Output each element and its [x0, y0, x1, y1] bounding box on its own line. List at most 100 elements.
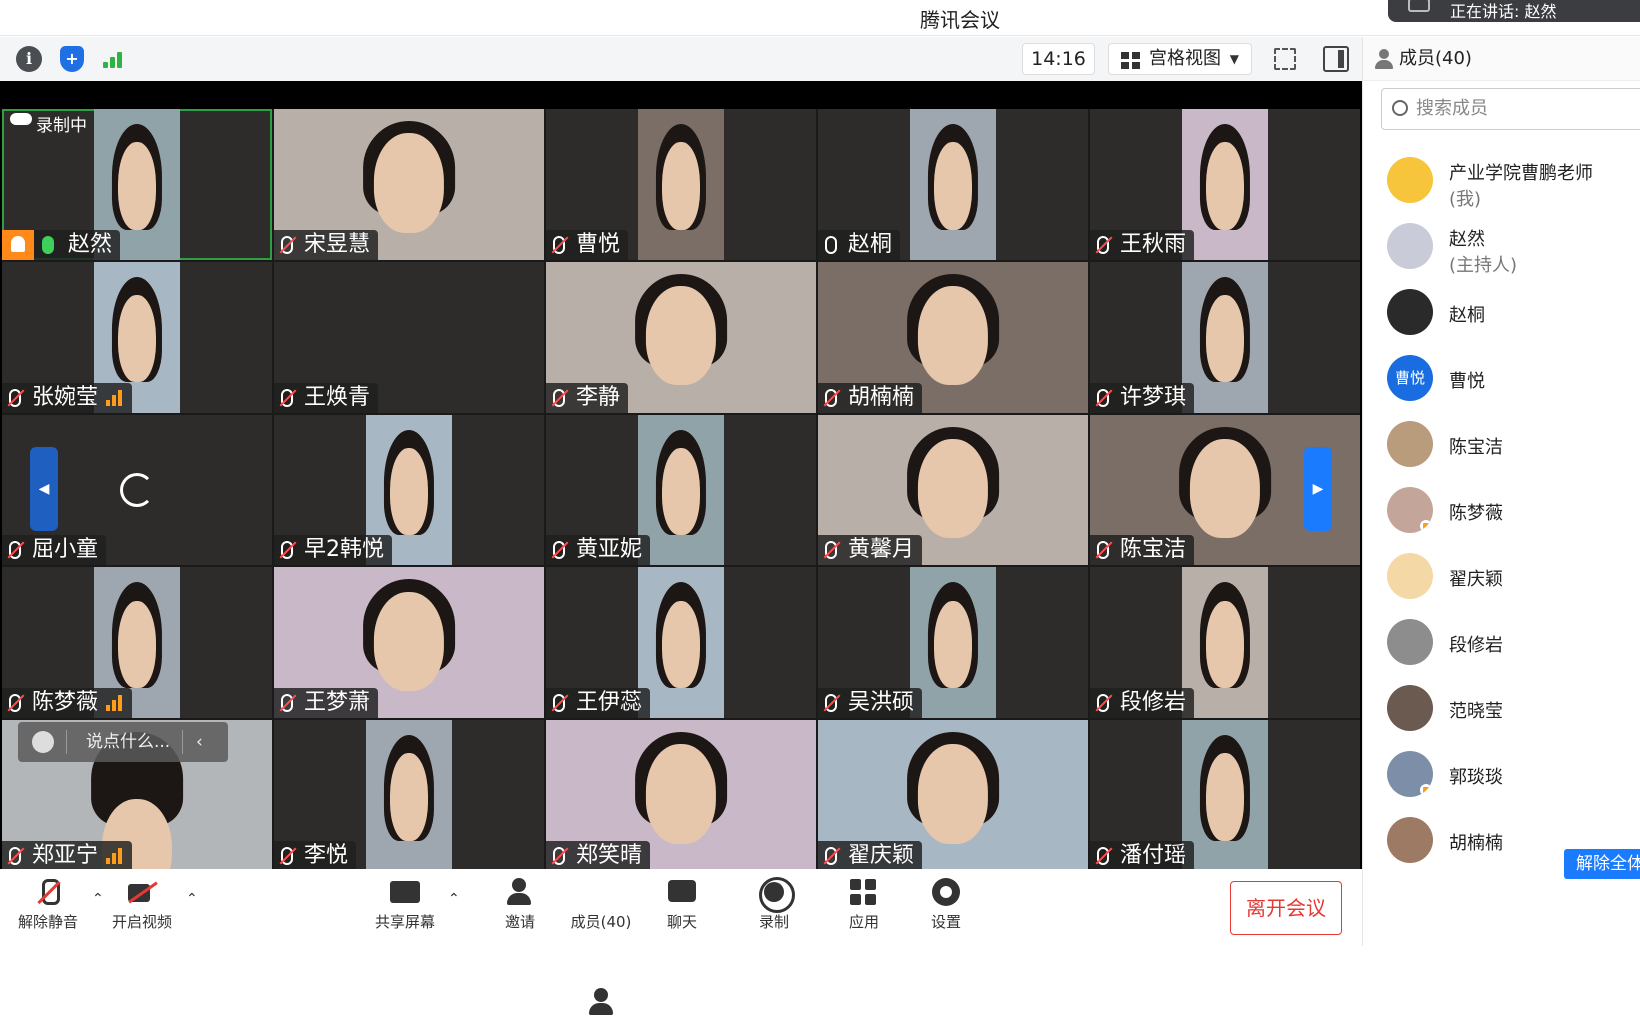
- video-tile[interactable]: 曹悦: [546, 109, 816, 260]
- video-tile[interactable]: 张婉莹: [2, 261, 272, 413]
- video-face-shape: [917, 285, 989, 386]
- video-tile[interactable]: ▶ 陈宝洁: [1090, 414, 1360, 566]
- avatar: [1387, 289, 1433, 335]
- video-feed: [1181, 720, 1269, 871]
- video-face-shape: [389, 753, 428, 841]
- video-tile[interactable]: 黄亚妮: [546, 414, 816, 566]
- share-screen-button[interactable]: 共享屏幕: [363, 877, 447, 932]
- member-list-item[interactable]: 陈宝洁: [1363, 411, 1640, 477]
- invite-icon: [504, 877, 536, 907]
- participant-name: 许梦琪: [1120, 384, 1187, 410]
- mic-muted-icon: [825, 541, 837, 560]
- page-prev-button[interactable]: ◀: [30, 446, 58, 531]
- video-tile[interactable]: 赵桐: [818, 109, 1088, 260]
- member-name: 赵然: [1449, 229, 1485, 250]
- video-tile[interactable]: 郑笑晴: [546, 720, 816, 871]
- apps-button[interactable]: 应用: [822, 877, 906, 932]
- member-list-item[interactable]: 赵桐: [1363, 279, 1640, 345]
- meeting-timer: 14:16: [1022, 43, 1095, 75]
- leave-meeting-button[interactable]: 离开会议: [1230, 881, 1342, 935]
- sidebar-toggle-icon[interactable]: [1323, 46, 1349, 72]
- video-tile[interactable]: 王伊蕊: [546, 567, 816, 719]
- participant-name-bar: 王伊蕊: [546, 688, 651, 719]
- start-video-button[interactable]: 开启视频: [100, 877, 184, 932]
- member-list-item[interactable]: 范晓莹: [1363, 675, 1640, 741]
- mic-muted-icon: [9, 694, 21, 713]
- video-face-shape: [1205, 142, 1244, 230]
- video-feed: [637, 567, 725, 719]
- participant-name: 赵桐: [848, 231, 893, 257]
- participant-name-bar: 王焕青: [274, 382, 379, 413]
- view-mode-label: 宫格视图: [1149, 48, 1221, 69]
- video-tile[interactable]: 李静: [546, 261, 816, 413]
- video-tile[interactable]: 吴洪硕: [818, 567, 1088, 719]
- collapse-chevron-icon[interactable]: ‹: [196, 722, 203, 762]
- member-list[interactable]: 产业学院曹鹏老师 (我) 赵然 (主持人) 赵桐 曹悦 曹悦 陈宝洁陈梦薇翟庆颖 段修岩 范晓莹郭…: [1363, 147, 1640, 887]
- member-list-item[interactable]: 陈梦薇: [1363, 477, 1640, 543]
- video-face-shape: [933, 600, 972, 689]
- video-tile[interactable]: 录制中 赵然: [2, 109, 272, 260]
- view-mode-dropdown[interactable]: 宫格视图 ▼: [1108, 43, 1252, 75]
- member-list-item[interactable]: 翟庆颖: [1363, 543, 1640, 609]
- security-shield-icon[interactable]: +: [60, 46, 84, 72]
- video-tile[interactable]: 翟庆颖: [818, 720, 1088, 871]
- video-tile[interactable]: 说点什么... ‹ 郑亚宁: [2, 720, 272, 871]
- video-tile[interactable]: 宋昱慧: [274, 109, 544, 260]
- mic-off-icon: [32, 877, 64, 907]
- member-list-item[interactable]: 段修岩: [1363, 609, 1640, 675]
- video-tile[interactable]: ◀ 屈小童: [2, 414, 272, 566]
- record-button[interactable]: 录制: [732, 877, 816, 932]
- speaking-indicator: 正在讲话: 赵然: [1388, 0, 1640, 22]
- participant-name: 张婉莹: [32, 384, 99, 410]
- unmute-all-button[interactable]: 解除全体静音: [1564, 849, 1640, 904]
- member-name: 产业学院曹鹏老师: [1449, 163, 1593, 184]
- video-tile[interactable]: 王梦萧: [274, 567, 544, 719]
- participant-name-bar: 郑笑晴: [546, 841, 651, 871]
- video-face-shape: [373, 591, 445, 692]
- video-tile[interactable]: 段修岩: [1090, 567, 1360, 719]
- video-tile[interactable]: 潘付瑶: [1090, 720, 1360, 871]
- video-face-shape: [917, 438, 989, 539]
- members-label: 成员(40): [570, 913, 632, 931]
- search-members-input[interactable]: 搜索成员: [1381, 88, 1640, 130]
- chat-button[interactable]: 聊天: [640, 877, 724, 932]
- member-name: 陈梦薇: [1449, 503, 1503, 524]
- participant-name: 陈梦薇: [32, 690, 99, 716]
- page-next-button[interactable]: ▶: [1304, 446, 1332, 531]
- participant-name: 李静: [576, 384, 621, 410]
- participant-name-bar: 翟庆颖: [818, 841, 923, 871]
- video-tile[interactable]: 许梦琪: [1090, 261, 1360, 413]
- member-list-item[interactable]: 郭琰琰: [1363, 741, 1640, 807]
- member-list-item[interactable]: 曹悦 曹悦: [1363, 345, 1640, 411]
- members-button[interactable]: 成员(40): [559, 877, 643, 1015]
- video-tile[interactable]: 李悦: [274, 720, 544, 871]
- recording-label: 录制中: [36, 116, 87, 136]
- chat-input[interactable]: 说点什么... ‹: [18, 722, 228, 763]
- invite-button[interactable]: 邀请: [478, 877, 562, 932]
- participant-name-bar: 陈宝洁: [1090, 535, 1195, 566]
- member-list-item[interactable]: 赵然 (主持人): [1363, 213, 1640, 279]
- info-icon[interactable]: i: [16, 46, 42, 72]
- video-options-chevron-icon[interactable]: ⌃: [186, 891, 198, 907]
- emoji-icon[interactable]: [32, 731, 54, 754]
- stage-top-strip: [2, 81, 1360, 109]
- participant-name-bar: 早2韩悦: [274, 535, 392, 566]
- video-tile[interactable]: 王焕青: [274, 261, 544, 413]
- video-tile[interactable]: 王秋雨: [1090, 109, 1360, 260]
- invite-label: 邀请: [504, 913, 535, 931]
- participant-name-bar: 赵桐: [818, 229, 901, 260]
- video-tile[interactable]: 陈梦薇: [2, 567, 272, 719]
- avatar: [1387, 553, 1433, 599]
- video-tile[interactable]: 早2韩悦: [274, 414, 544, 566]
- video-face-shape: [661, 142, 700, 230]
- video-tile[interactable]: 胡楠楠: [818, 261, 1088, 413]
- member-list-item[interactable]: 产业学院曹鹏老师 (我): [1363, 147, 1640, 213]
- participant-name: 早2韩悦: [304, 537, 384, 563]
- network-signal-icon[interactable]: [100, 46, 126, 72]
- mic-muted-icon: [553, 694, 565, 713]
- video-tile[interactable]: 黄馨月: [818, 414, 1088, 566]
- share-options-chevron-icon[interactable]: ⌃: [448, 891, 460, 907]
- settings-button[interactable]: 设置: [904, 877, 988, 932]
- fullscreen-icon[interactable]: [1274, 48, 1296, 70]
- unmute-button[interactable]: 解除静音: [6, 877, 90, 932]
